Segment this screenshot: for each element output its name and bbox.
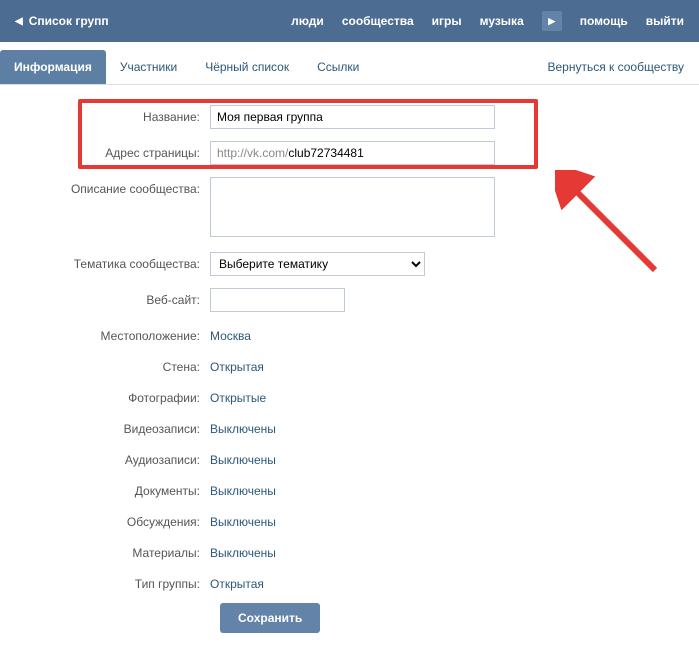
back-to-groups[interactable]: ◀ Список групп bbox=[15, 14, 109, 28]
back-label: Список групп bbox=[29, 14, 109, 28]
website-label: Веб-сайт: bbox=[15, 288, 210, 307]
wall-label: Стена: bbox=[15, 355, 210, 374]
url-input[interactable]: http://vk.com/club72734481 bbox=[210, 141, 495, 165]
wall-value[interactable]: Открытая bbox=[210, 355, 264, 374]
website-input[interactable] bbox=[210, 288, 345, 312]
topic-select[interactable]: Выберите тематику bbox=[210, 252, 425, 276]
settings-form: Название: Адрес страницы: http://vk.com/… bbox=[0, 85, 699, 653]
nav-music[interactable]: музыка bbox=[480, 14, 524, 28]
audio-label: Аудиозаписи: bbox=[15, 448, 210, 467]
audio-value[interactable]: Выключены bbox=[210, 448, 276, 467]
top-nav: ◀ Список групп люди сообщества игры музы… bbox=[0, 0, 699, 42]
location-value[interactable]: Москва bbox=[210, 324, 251, 343]
photos-label: Фотографии: bbox=[15, 386, 210, 405]
videos-label: Видеозаписи: bbox=[15, 417, 210, 436]
name-label: Название: bbox=[15, 105, 210, 124]
tab-info[interactable]: Информация bbox=[0, 50, 106, 84]
grouptype-value[interactable]: Открытая bbox=[210, 572, 264, 591]
nav-communities[interactable]: сообщества bbox=[342, 14, 414, 28]
docs-value[interactable]: Выключены bbox=[210, 479, 276, 498]
tab-links[interactable]: Ссылки bbox=[303, 50, 373, 84]
discussions-label: Обсуждения: bbox=[15, 510, 210, 529]
nav-logout[interactable]: выйти bbox=[646, 14, 684, 28]
photos-value[interactable]: Открытые bbox=[210, 386, 266, 405]
back-arrow-icon: ◀ bbox=[15, 16, 23, 27]
materials-label: Материалы: bbox=[15, 541, 210, 560]
materials-value[interactable]: Выключены bbox=[210, 541, 276, 560]
nav-games[interactable]: игры bbox=[432, 14, 462, 28]
tab-blacklist[interactable]: Чёрный список bbox=[191, 50, 303, 84]
desc-label: Описание сообщества: bbox=[15, 177, 210, 196]
videos-value[interactable]: Выключены bbox=[210, 417, 276, 436]
play-icon[interactable]: ▶ bbox=[542, 11, 562, 31]
name-input[interactable] bbox=[210, 105, 495, 129]
nav-help[interactable]: помощь bbox=[580, 14, 628, 28]
url-prefix: http://vk.com/ bbox=[211, 146, 288, 160]
desc-input[interactable] bbox=[210, 177, 495, 237]
discussions-value[interactable]: Выключены bbox=[210, 510, 276, 529]
location-label: Местоположение: bbox=[15, 324, 210, 343]
grouptype-label: Тип группы: bbox=[15, 572, 210, 591]
url-value: club72734481 bbox=[288, 146, 363, 160]
back-to-community[interactable]: Вернуться к сообществу bbox=[547, 60, 684, 74]
topic-label: Тематика сообщества: bbox=[15, 252, 210, 271]
tab-bar: Информация Участники Чёрный список Ссылк… bbox=[0, 50, 699, 85]
tab-members[interactable]: Участники bbox=[106, 50, 191, 84]
docs-label: Документы: bbox=[15, 479, 210, 498]
url-label: Адрес страницы: bbox=[15, 141, 210, 160]
nav-people[interactable]: люди bbox=[291, 14, 324, 28]
save-button[interactable]: Сохранить bbox=[220, 603, 320, 633]
